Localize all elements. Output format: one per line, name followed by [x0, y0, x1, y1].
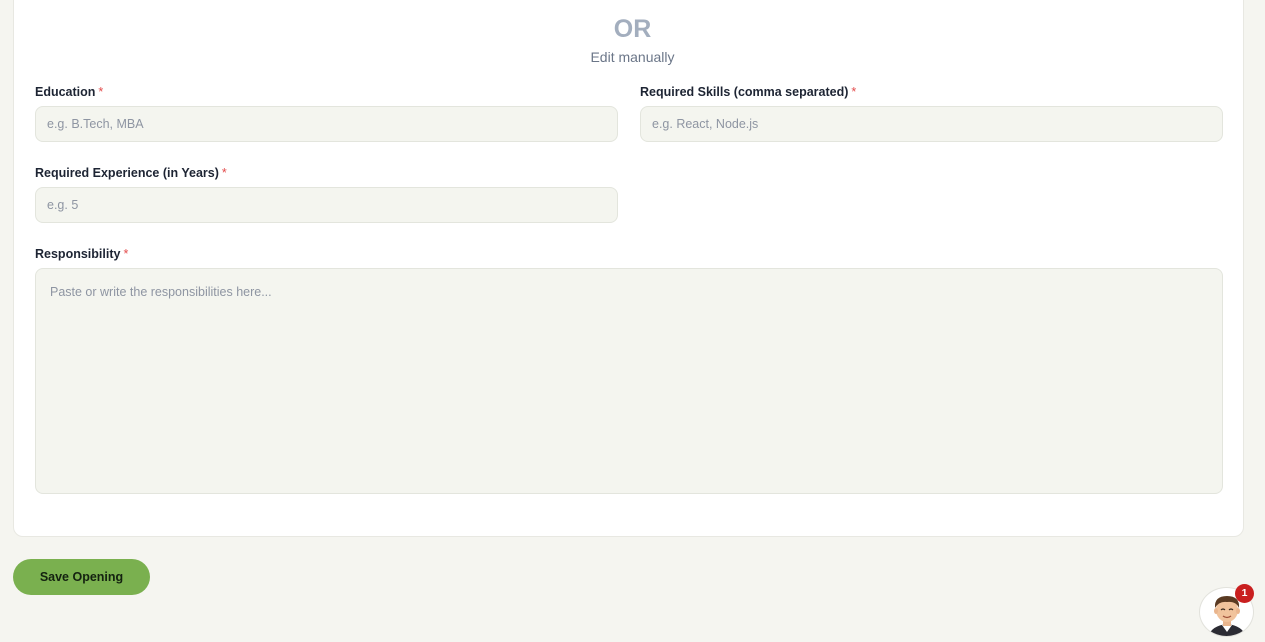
education-label-text: Education [35, 85, 96, 99]
responsibility-label-text: Responsibility [35, 247, 121, 261]
required-skills-label-text: Required Skills (comma separated) [640, 85, 849, 99]
notification-badge: 1 [1235, 584, 1254, 603]
responsibility-textarea[interactable] [35, 268, 1223, 494]
required-asterisk: * [98, 85, 104, 99]
required-experience-label-text: Required Experience (in Years) [35, 166, 219, 180]
education-label: Education * [35, 85, 103, 99]
required-asterisk: * [123, 247, 129, 261]
required-asterisk: * [221, 166, 227, 180]
save-opening-button[interactable]: Save Opening [13, 559, 150, 595]
responsibility-label: Responsibility * [35, 247, 128, 261]
required-experience-input[interactable] [35, 187, 618, 223]
required-skills-input[interactable] [640, 106, 1223, 142]
required-asterisk: * [851, 85, 857, 99]
required-skills-label: Required Skills (comma separated) * [640, 85, 856, 99]
or-divider-title: OR [613, 15, 652, 43]
edit-manually-subtitle: Edit manually [590, 49, 675, 65]
required-experience-label: Required Experience (in Years) * [35, 166, 227, 180]
education-input[interactable] [35, 106, 618, 142]
